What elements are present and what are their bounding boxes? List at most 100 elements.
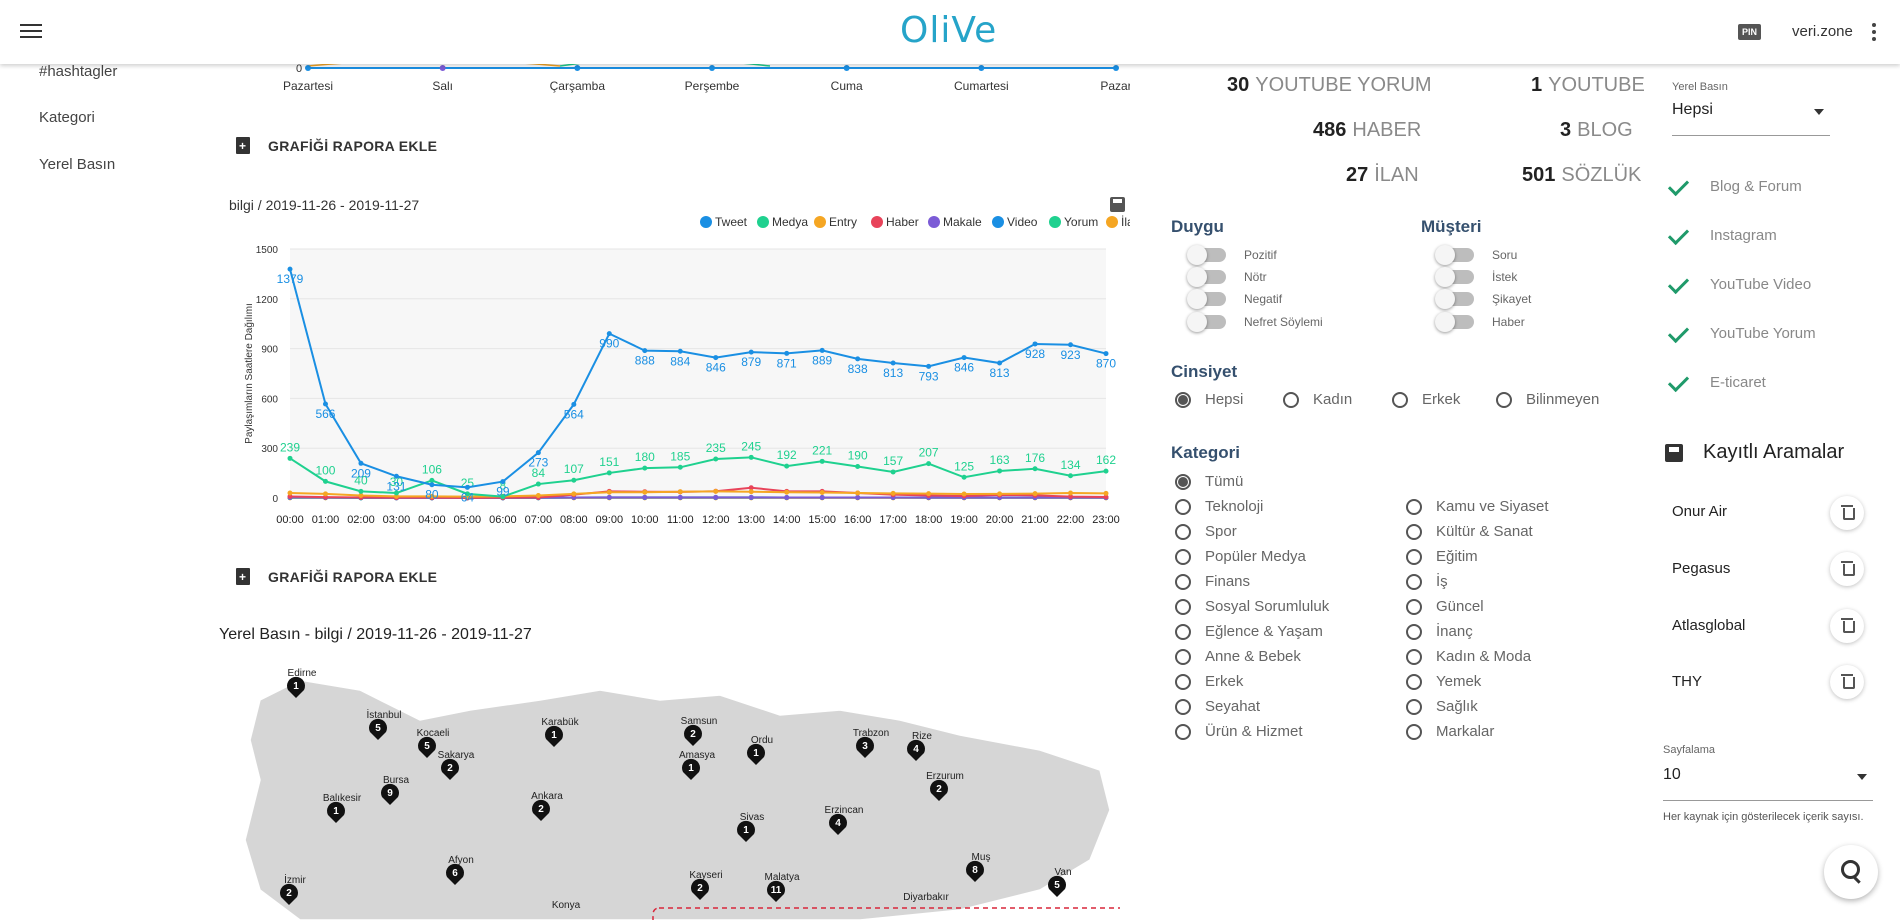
legend-marker[interactable] [871, 216, 883, 228]
radio-kategori-item[interactable]: Markalar [1406, 723, 1494, 740]
data-point[interactable] [748, 454, 754, 460]
radio-button[interactable] [1496, 391, 1512, 408]
menu-icon[interactable] [18, 20, 44, 44]
user-account-name[interactable]: veri.zone [1792, 23, 1853, 40]
data-point[interactable] [784, 489, 790, 495]
data-point[interactable] [571, 477, 577, 483]
saved-search-item[interactable]: THY [1672, 673, 1702, 690]
toggle-notr[interactable]: Nötr [1187, 267, 1267, 287]
search-fab-icon[interactable] [1824, 845, 1878, 899]
legend-label[interactable]: İlan [1121, 215, 1130, 229]
data-point[interactable] [287, 455, 293, 461]
source-youtube-video[interactable]: YouTube Video [1668, 276, 1811, 293]
radio-button[interactable] [1283, 391, 1299, 408]
radio-kategori-item[interactable]: Eğlence & Yaşam [1175, 623, 1323, 640]
delete-icon[interactable] [1830, 552, 1864, 586]
radio-button[interactable] [1406, 498, 1422, 515]
data-point[interactable] [1068, 342, 1074, 348]
radio-kategori-item[interactable]: Kadın & Moda [1406, 648, 1531, 665]
source-e-ticaret[interactable]: E-ticaret [1668, 374, 1766, 391]
data-point[interactable] [713, 494, 719, 500]
radio-kategori-item[interactable]: Sosyal Sorumluluk [1175, 598, 1329, 615]
sidebar-item-yerel-basin[interactable]: Yerel Basın [39, 156, 115, 173]
data-point[interactable] [748, 349, 754, 355]
data-point[interactable] [535, 450, 541, 456]
radio-kategori-item[interactable]: Finans [1175, 573, 1250, 590]
radio-button[interactable] [1406, 623, 1422, 640]
radio-cinsiyet-erkek[interactable]: Erkek [1392, 391, 1460, 408]
radio-button[interactable] [1175, 523, 1191, 540]
data-point[interactable] [961, 474, 967, 480]
radio-cinsiyet-hepsi[interactable]: Hepsi [1175, 391, 1243, 408]
data-point[interactable] [1103, 351, 1109, 357]
toggle-switch[interactable] [1187, 312, 1226, 332]
radio-kategori-item[interactable]: Kültür & Sanat [1406, 523, 1533, 540]
data-point[interactable] [748, 489, 754, 495]
data-point[interactable] [890, 360, 896, 366]
radio-button[interactable] [1406, 673, 1422, 690]
data-point[interactable] [1032, 491, 1038, 497]
radio-kategori-item[interactable]: Kamu ve Siyaset [1406, 498, 1549, 515]
data-point[interactable] [713, 456, 719, 462]
toggle-nefret-soylemi[interactable]: Nefret Söylemi [1187, 312, 1323, 332]
data-point[interactable] [535, 493, 541, 499]
radio-kategori-item[interactable]: Tümü [1175, 473, 1243, 490]
data-point[interactable] [287, 266, 293, 272]
data-point[interactable] [926, 461, 932, 467]
saved-search-item[interactable]: Atlasglobal [1672, 617, 1745, 634]
delete-icon[interactable] [1830, 665, 1864, 699]
legend-marker[interactable] [928, 216, 940, 228]
data-point[interactable] [500, 479, 506, 485]
data-point[interactable] [784, 350, 790, 356]
legend-label[interactable]: Haber [886, 215, 919, 229]
radio-cinsiyet-kadin[interactable]: Kadın [1283, 391, 1352, 408]
radio-button[interactable] [1175, 673, 1191, 690]
data-point[interactable] [713, 488, 719, 494]
add-chart-to-report-button-2[interactable]: GRAFİĞİ RAPORA EKLE [236, 568, 437, 585]
radio-button[interactable] [1175, 498, 1191, 515]
radio-button[interactable] [1175, 573, 1191, 590]
legend-marker[interactable] [992, 216, 1004, 228]
data-point[interactable] [819, 347, 825, 353]
legend-label[interactable]: Makale [943, 215, 982, 229]
delete-icon[interactable] [1830, 609, 1864, 643]
radio-button[interactable] [1175, 598, 1191, 615]
radio-button[interactable] [1406, 548, 1422, 565]
data-point[interactable] [784, 463, 790, 469]
data-point[interactable] [642, 489, 648, 495]
pin-badge[interactable]: PIN [1738, 24, 1762, 40]
data-point[interactable] [606, 494, 612, 500]
toggle-negatif[interactable]: Negatif [1187, 289, 1282, 309]
data-point[interactable] [1068, 490, 1074, 496]
data-point[interactable] [322, 401, 328, 407]
radio-kategori-item[interactable]: İş [1406, 573, 1448, 590]
legend-label[interactable]: Entry [829, 215, 857, 229]
data-point[interactable] [642, 494, 648, 500]
toggle-switch[interactable] [1187, 267, 1226, 287]
radio-kategori-item[interactable]: Güncel [1406, 598, 1484, 615]
radio-button[interactable] [1406, 648, 1422, 665]
legend-marker[interactable] [1049, 216, 1061, 228]
radio-kategori-item[interactable]: Erkek [1175, 673, 1243, 690]
data-point[interactable] [997, 360, 1003, 366]
data-point[interactable] [287, 490, 293, 496]
data-point[interactable] [358, 460, 364, 466]
more-vert-icon[interactable] [1868, 20, 1880, 42]
legend-marker[interactable] [1106, 216, 1118, 228]
radio-kategori-item[interactable]: Sağlık [1406, 698, 1478, 715]
source-blog-forum[interactable]: Blog & Forum [1668, 178, 1802, 195]
radio-kategori-item[interactable]: Ürün & Hizmet [1175, 723, 1303, 740]
data-point[interactable] [926, 363, 932, 369]
toggle-soru[interactable]: Soru [1435, 245, 1517, 265]
radio-kategori-item[interactable]: İnanç [1406, 623, 1473, 640]
data-point[interactable] [322, 491, 328, 497]
data-point[interactable] [535, 481, 541, 487]
data-point[interactable] [606, 470, 612, 476]
toggle-switch[interactable] [1187, 245, 1226, 265]
data-point[interactable] [961, 491, 967, 497]
data-point[interactable] [606, 331, 612, 337]
legend-marker[interactable] [700, 216, 712, 228]
data-point[interactable] [677, 489, 683, 495]
radio-button[interactable] [1175, 623, 1191, 640]
data-point[interactable] [855, 463, 861, 469]
